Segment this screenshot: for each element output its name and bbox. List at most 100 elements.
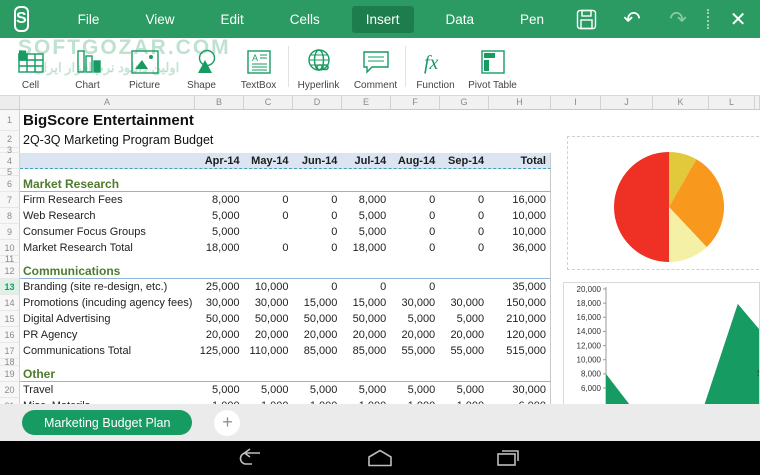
value-cell[interactable]: 0 (292, 279, 341, 295)
value-cell[interactable]: 20,000 (390, 327, 439, 343)
value-cell[interactable]: 36,000 (488, 240, 550, 256)
row-header-9[interactable]: 9 (0, 224, 20, 240)
value-cell[interactable] (439, 279, 488, 295)
month-header-cell[interactable]: Jul-14 (341, 153, 390, 168)
column-header-c[interactable]: C (244, 96, 293, 109)
menu-item-edit[interactable]: Edit (206, 6, 257, 33)
value-cell[interactable]: 210,000 (488, 311, 550, 327)
row-header-7[interactable]: 7 (0, 192, 20, 208)
row-header-19[interactable]: 19 (0, 366, 20, 382)
value-cell[interactable]: 0 (390, 208, 439, 224)
value-cell[interactable]: 10,000 (488, 208, 550, 224)
row-label-cell[interactable]: Market Research Total (20, 240, 195, 256)
value-cell[interactable]: 5,000 (195, 382, 244, 398)
month-header-cell[interactable]: Aug-14 (390, 153, 439, 168)
row-header-6[interactable]: 6 (0, 176, 20, 192)
column-header-e[interactable]: E (342, 96, 391, 109)
title-cell[interactable]: BigScore Entertainment (20, 110, 194, 131)
value-cell[interactable]: 20,000 (244, 327, 293, 343)
toolbar-button-comment[interactable]: Comment (347, 38, 404, 95)
area-chart-object[interactable]: 20,00018,00016,00014,00012,00010,0008,00… (563, 282, 760, 404)
value-cell[interactable]: 5,000 (341, 208, 390, 224)
row-label-cell[interactable]: Web Research (20, 208, 195, 224)
value-cell[interactable]: 5,000 (341, 382, 390, 398)
month-header-cell[interactable]: May-14 (244, 153, 293, 168)
value-cell[interactable]: 30,000 (488, 382, 550, 398)
value-cell[interactable]: 5,000 (195, 208, 244, 224)
value-cell[interactable]: 20,000 (195, 327, 244, 343)
value-cell[interactable]: 50,000 (244, 311, 293, 327)
row-label-cell[interactable]: PR Agency (20, 327, 195, 343)
value-cell[interactable]: 0 (244, 240, 293, 256)
column-header-k[interactable]: K (653, 96, 709, 109)
row-label-cell[interactable]: Firm Research Fees (20, 192, 195, 208)
value-cell[interactable]: 30,000 (244, 295, 293, 311)
value-cell[interactable]: 85,000 (341, 343, 390, 359)
value-cell[interactable]: 0 (390, 279, 439, 295)
value-cell[interactable]: 0 (439, 240, 488, 256)
column-header-b[interactable]: B (195, 96, 244, 109)
toolbar-button-cell[interactable]: Cell (2, 38, 59, 95)
row-header-8[interactable]: 8 (0, 208, 20, 224)
value-cell[interactable]: 30,000 (390, 295, 439, 311)
value-cell[interactable]: 35,000 (488, 279, 550, 295)
month-header-cell[interactable]: Sep-14 (439, 153, 488, 168)
value-cell[interactable]: 8,000 (195, 192, 244, 208)
value-cell[interactable]: 16,000 (488, 192, 550, 208)
value-cell[interactable]: 5,000 (390, 311, 439, 327)
undo-icon[interactable]: ↶ (613, 4, 651, 34)
row-label-cell[interactable]: Digital Advertising (20, 311, 195, 327)
value-cell[interactable]: 20,000 (439, 327, 488, 343)
value-cell[interactable]: 0 (439, 208, 488, 224)
toolbar-button-hyperlink[interactable]: Hyperlink (290, 38, 347, 95)
value-cell[interactable]: 0 (439, 192, 488, 208)
menu-item-cells[interactable]: Cells (276, 6, 334, 33)
value-cell[interactable]: 5,000 (341, 224, 390, 240)
row-label-cell[interactable]: Promotions (incuding agency fees) (20, 295, 195, 311)
month-header-cell[interactable]: Total (488, 153, 550, 168)
row-header-18[interactable]: 18 (0, 359, 20, 366)
value-cell[interactable]: 0 (292, 224, 341, 240)
value-cell[interactable]: 0 (439, 224, 488, 240)
value-cell[interactable]: 55,000 (390, 343, 439, 359)
section-header-cell[interactable]: Market Research (20, 176, 119, 191)
back-icon[interactable] (236, 448, 264, 468)
value-cell[interactable]: 5,000 (390, 382, 439, 398)
row-header-20[interactable]: 20 (0, 382, 20, 398)
value-cell[interactable]: 0 (390, 240, 439, 256)
toolbar-button-pivot-table[interactable]: Pivot Table (464, 38, 521, 95)
value-cell[interactable]: 150,000 (488, 295, 550, 311)
value-cell[interactable]: 8,000 (341, 192, 390, 208)
select-all-corner[interactable] (0, 96, 20, 109)
column-header-i[interactable]: I (551, 96, 601, 109)
value-cell[interactable]: 50,000 (195, 311, 244, 327)
home-icon[interactable] (366, 448, 394, 468)
value-cell[interactable]: 50,000 (341, 311, 390, 327)
value-cell[interactable]: 0 (341, 279, 390, 295)
column-header-l[interactable]: L (709, 96, 755, 109)
value-cell[interactable]: 0 (390, 192, 439, 208)
value-cell[interactable]: 10,000 (488, 224, 550, 240)
value-cell[interactable]: 5,000 (195, 224, 244, 240)
value-cell[interactable]: 18,000 (195, 240, 244, 256)
row-label-cell[interactable]: Travel (20, 382, 195, 398)
add-sheet-button[interactable]: + (214, 410, 240, 436)
column-header-h[interactable]: H (489, 96, 551, 109)
column-header-j[interactable]: J (601, 96, 653, 109)
value-cell[interactable]: 0 (292, 208, 341, 224)
column-header-f[interactable]: F (391, 96, 440, 109)
toolbar-button-textbox[interactable]: ATextBox (230, 38, 287, 95)
row-label-cell[interactable]: Communications Total (20, 343, 195, 359)
empty-cell[interactable] (20, 153, 195, 168)
value-cell[interactable]: 110,000 (244, 343, 293, 359)
menu-item-data[interactable]: Data (432, 6, 489, 33)
value-cell[interactable]: 20,000 (341, 327, 390, 343)
subtitle-cell[interactable]: 2Q-3Q Marketing Program Budget (20, 131, 213, 148)
value-cell[interactable]: 15,000 (341, 295, 390, 311)
column-header-d[interactable]: D (293, 96, 342, 109)
menu-item-pen[interactable]: Pen (506, 6, 558, 33)
value-cell[interactable]: 55,000 (439, 343, 488, 359)
value-cell[interactable]: 5,000 (439, 382, 488, 398)
column-header-a[interactable]: A (20, 96, 195, 109)
close-icon[interactable]: ✕ (719, 4, 757, 34)
